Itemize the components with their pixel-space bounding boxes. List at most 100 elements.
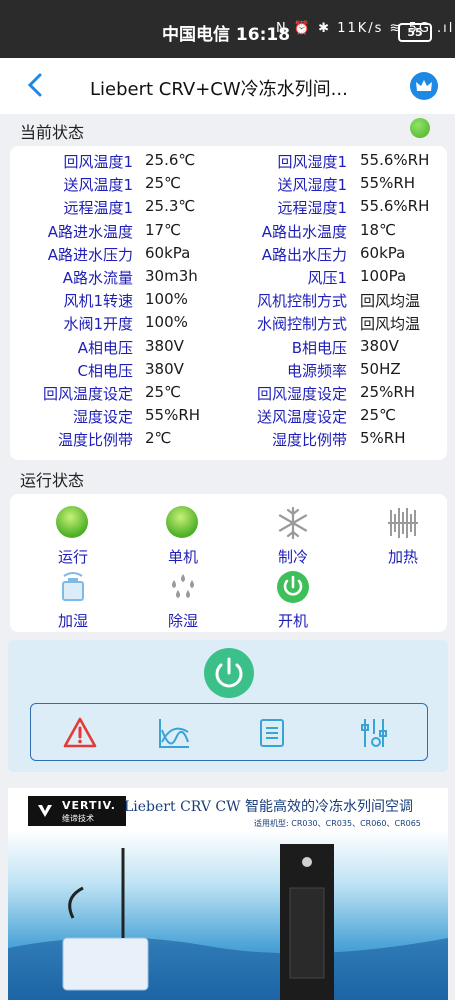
status-value: 100Pa [360, 267, 407, 285]
run-item-label: 单机 [167, 548, 198, 566]
status-value: 55%RH [360, 174, 416, 193]
droplets-icon [172, 574, 194, 598]
status-label: 温度比例带 [57, 431, 133, 450]
crown-icon[interactable] [410, 72, 438, 100]
status-label: 风压1 [307, 269, 347, 287]
status-row: 回风温度设定 25℃ 回风湿度设定 25%RH [10, 383, 447, 406]
status-label: A路水流量 [62, 269, 133, 287]
status-value: 25.3℃ [145, 197, 196, 216]
status-label: 回风温度设定 [42, 385, 133, 403]
status-label: 风机控制方式 [256, 292, 347, 311]
status-row: 风机1转速 100% 风机控制方式 回风均温 [10, 290, 447, 313]
status-label: 远程温度1 [63, 199, 133, 218]
run-item-heating: 加热 [363, 506, 443, 567]
status-label: 湿度比例带 [271, 431, 347, 450]
status-row: 远程温度1 25.3℃ 远程湿度1 55.6%RH [10, 197, 447, 220]
status-label: 送风湿度1 [277, 176, 347, 195]
status-value: 50HZ [360, 359, 401, 378]
run-item-label: 加热 [387, 548, 418, 566]
status-label: 送风温度1 [63, 176, 133, 195]
power-button[interactable] [204, 648, 254, 698]
status-value: 25%RH [360, 383, 416, 401]
status-row: 送风温度1 25℃ 送风湿度1 55%RH [10, 174, 447, 197]
run-item-cooling: 制冷 [253, 506, 333, 567]
run-item-power-on: 开机 [253, 570, 333, 631]
settings-sliders-icon[interactable] [357, 716, 391, 750]
status-value: 17℃ [145, 220, 181, 239]
status-row: 温度比例带 2℃ 湿度比例带 5%RH [10, 429, 447, 452]
product-banner[interactable]: VERTIV. 维谛技术 Liebert CRV CW 智能高效的冷冻水列间空调… [8, 788, 448, 1000]
back-arrow-icon[interactable] [24, 72, 46, 98]
status-value: 25.6℃ [145, 151, 196, 169]
status-value: 2℃ [145, 429, 172, 448]
control-panel [8, 640, 448, 772]
run-item-standalone: 单机 [143, 506, 223, 567]
run-status-card: 运行 单机 制冷 加热 加湿 除湿 开机 [10, 494, 447, 632]
status-label: A相电压 [77, 338, 133, 357]
status-row: A路水流量 30m3h 风压1 100Pa [10, 267, 447, 290]
status-row: C相电压 380V 电源频率 50HZ [10, 360, 447, 383]
run-item-dehumidify: 除湿 [143, 570, 223, 631]
vertiv-logo: VERTIV. 维谛技术 [28, 796, 126, 826]
status-label: 回风温度1 [63, 153, 133, 171]
status-label: A路出水压力 [261, 245, 347, 264]
status-label: A路出水温度 [261, 222, 347, 241]
status-label: A路进水温度 [47, 222, 133, 241]
run-status-heading: 运行状态 [20, 471, 85, 490]
power-icon [215, 657, 243, 688]
status-label: 电源频率 [286, 361, 347, 380]
status-row: A路进水压力 60kPa A路出水压力 60kPa [10, 244, 447, 267]
app-bar: Liebert CRV+CW冷冻水列间... [0, 58, 455, 114]
status-value: 18℃ [360, 220, 396, 239]
status-label: 回风湿度1 [277, 153, 347, 171]
status-row: 回风温度1 25.6℃ 回风湿度1 55.6%RH [10, 151, 447, 174]
status-value: 380V [360, 336, 399, 355]
run-item-humidify: 加湿 [33, 570, 113, 631]
status-label: C相电压 [77, 361, 133, 380]
run-item-label: 制冷 [277, 548, 308, 566]
run-item-label: 运行 [57, 548, 88, 566]
status-row: A路进水温度 17℃ A路出水温度 18℃ [10, 221, 447, 244]
status-value: 380V [145, 359, 184, 378]
status-label: 远程湿度1 [277, 199, 347, 218]
run-item-label: 加湿 [57, 612, 88, 630]
status-row: 湿度设定 55%RH 送风温度设定 25℃ [10, 406, 447, 429]
snowflake-icon [278, 506, 308, 540]
battery-icon: 55 [398, 23, 432, 42]
status-value: 25℃ [360, 406, 396, 425]
run-item-label: 开机 [277, 612, 308, 630]
status-label: 送风温度设定 [256, 408, 347, 427]
status-value: 100% [145, 313, 188, 332]
status-label: 水阀控制方式 [256, 315, 347, 334]
carrier-time: 中国电信 16:18 [162, 25, 291, 45]
status-label: 水阀1开度 [63, 315, 133, 334]
green-status-icon [56, 506, 88, 538]
status-row: A相电压 380V B相电压 380V [10, 337, 447, 360]
status-label: B相电压 [291, 338, 347, 357]
alarm-icon[interactable] [63, 716, 97, 750]
status-value: 60kPa [360, 243, 406, 262]
power-on-icon [277, 571, 309, 603]
humidifier-icon [62, 572, 84, 601]
status-value: 30m3h [145, 267, 198, 285]
status-value: 55.6%RH [360, 151, 430, 169]
status-value: 55%RH [145, 406, 201, 425]
status-indicator-icon [410, 118, 430, 138]
status-value: 5%RH [360, 429, 406, 448]
current-status-card: 回风温度1 25.6℃ 回风湿度1 55.6%RH 送风温度1 25℃ 送风湿度1 55%RH… [10, 146, 447, 460]
status-label: 湿度设定 [72, 408, 133, 427]
status-value: 25℃ [145, 383, 181, 401]
curve-chart-icon[interactable] [157, 716, 191, 750]
status-value: 55.6%RH [360, 197, 430, 216]
status-label: A路进水压力 [47, 245, 133, 264]
list-icon[interactable] [255, 716, 289, 750]
current-status-heading: 当前状态 [20, 123, 85, 142]
banner-illustration [8, 844, 448, 1000]
status-value: 回风均温 [360, 292, 421, 311]
tool-bar [30, 703, 428, 761]
page-title: Liebert CRV+CW冷冻水列间... [90, 79, 348, 100]
run-item-running: 运行 [33, 506, 113, 567]
system-status-bar: 中国电信 16:18 N ⏰ ✱ 11K/s ≋ 5G .ıl 55 [0, 0, 455, 58]
status-value: 100% [145, 290, 188, 309]
status-value: 60kPa [145, 243, 191, 262]
